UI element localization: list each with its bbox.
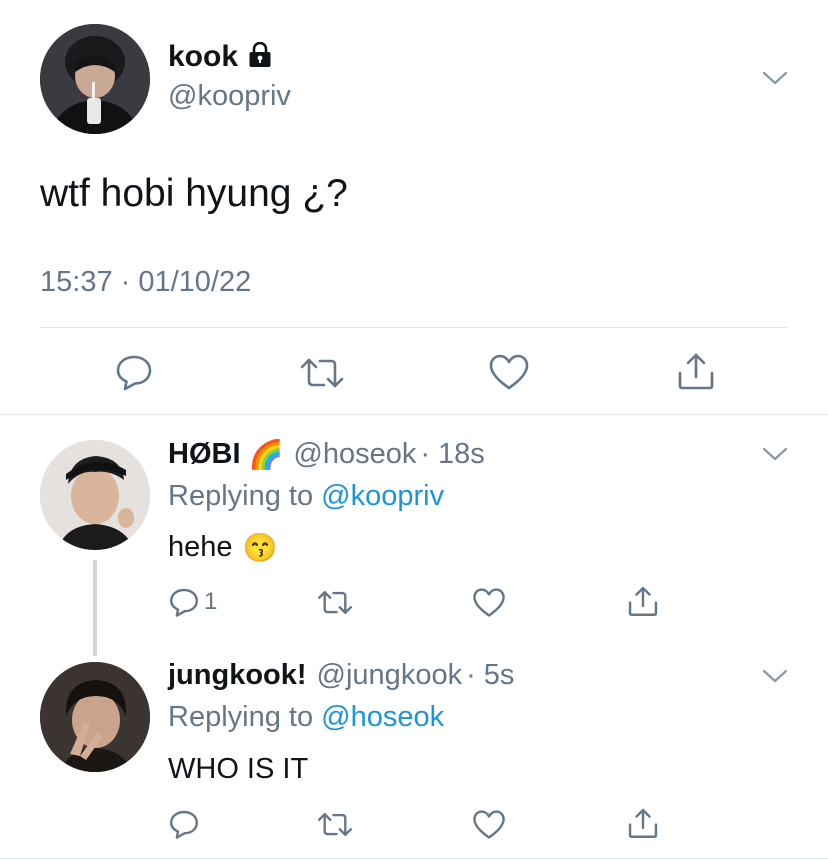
heart-icon: [473, 588, 505, 617]
display-name[interactable]: jungkook!: [168, 659, 307, 692]
retweet-button[interactable]: [298, 355, 346, 391]
kissing-emoji: 😙: [242, 532, 278, 563]
share-button[interactable]: [626, 584, 660, 618]
thread-line: [93, 560, 97, 656]
avatar[interactable]: [40, 440, 150, 550]
reply-button[interactable]: [114, 352, 154, 392]
retweet-icon: [317, 591, 353, 614]
share-icon: [678, 353, 714, 390]
rainbow-emoji: 🌈: [248, 439, 284, 470]
speech-bubble-icon: [116, 355, 152, 391]
like-button[interactable]: [488, 353, 530, 391]
display-name[interactable]: kook: [168, 40, 238, 74]
tweet-timestamp[interactable]: 15:37 · 01/10/22: [40, 266, 251, 299]
like-button[interactable]: [472, 809, 506, 840]
share-button[interactable]: [675, 350, 717, 392]
reply-button[interactable]: [168, 808, 200, 840]
tweet-text: hehe: [168, 531, 233, 563]
replying-to-label: Replying to: [168, 701, 314, 733]
lock-icon: [248, 41, 272, 73]
speech-bubble-icon: [170, 810, 198, 839]
like-button[interactable]: [472, 587, 506, 618]
share-icon: [628, 808, 658, 838]
replying-to-link[interactable]: @hoseok: [321, 701, 444, 733]
speech-bubble-icon: [170, 588, 198, 617]
reply-count: 1: [204, 588, 218, 615]
retweet-icon: [317, 813, 353, 836]
section-divider: [0, 414, 828, 415]
reply-button[interactable]: 1: [168, 586, 217, 618]
retweet-button[interactable]: [316, 588, 354, 617]
section-divider: [0, 858, 828, 859]
retweet-button[interactable]: [316, 810, 354, 839]
replying-to-label: Replying to: [168, 480, 314, 512]
tweet-age: · 5s: [466, 659, 515, 691]
user-handle[interactable]: @hoseok: [293, 438, 416, 471]
chevron-down-icon[interactable]: [762, 668, 788, 684]
heart-icon: [473, 810, 505, 839]
user-handle[interactable]: @koopriv: [168, 80, 291, 113]
avatar[interactable]: [40, 662, 150, 772]
user-handle[interactable]: @jungkook: [317, 659, 463, 692]
share-button[interactable]: [626, 806, 660, 840]
replying-to-link[interactable]: @koopriv: [321, 480, 444, 512]
share-icon: [628, 586, 658, 616]
heart-icon: [489, 354, 529, 390]
divider: [40, 327, 788, 328]
tweet-text: wtf hobi hyung ¿?: [40, 172, 348, 215]
tweet-age: · 18s: [420, 438, 485, 470]
chevron-down-icon[interactable]: [762, 70, 788, 86]
avatar[interactable]: [40, 24, 150, 134]
tweet-text: WHO IS IT: [168, 753, 309, 785]
display-name[interactable]: HØBI: [168, 438, 241, 471]
chevron-down-icon[interactable]: [762, 446, 788, 462]
retweet-icon: [300, 358, 344, 388]
